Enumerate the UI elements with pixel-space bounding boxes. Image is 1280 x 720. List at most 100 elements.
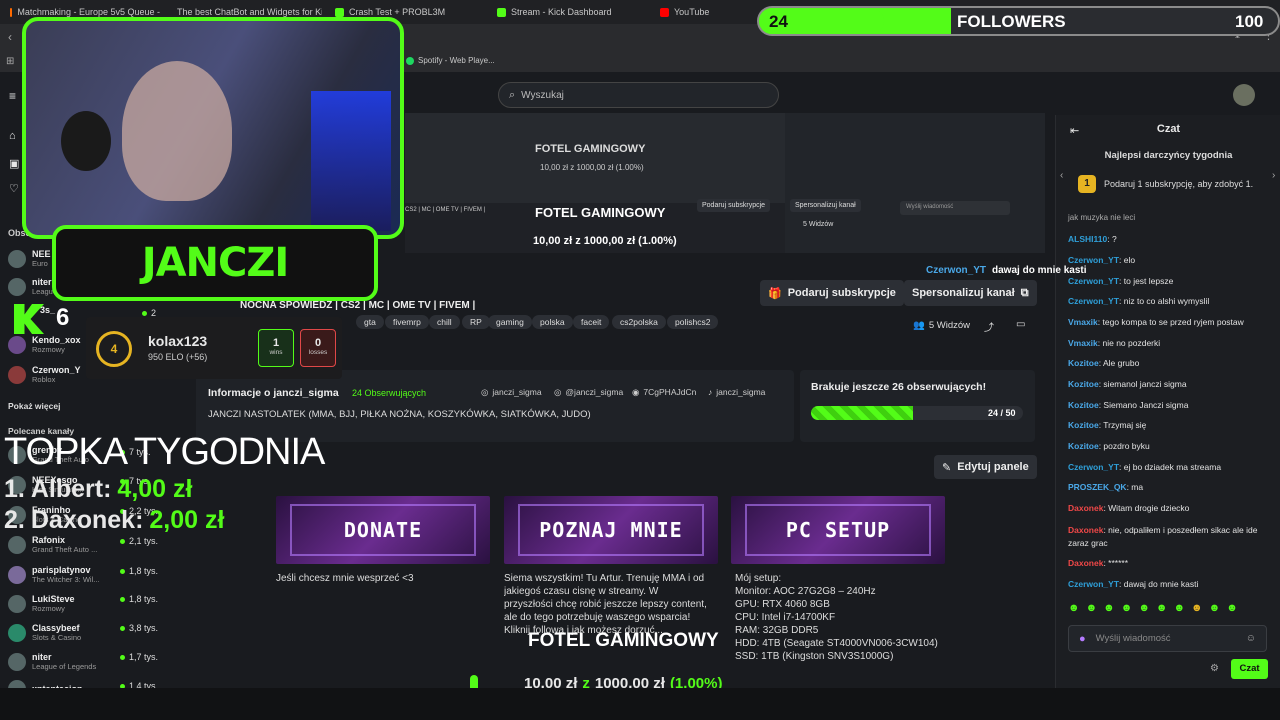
- home-icon[interactable]: ⌂: [9, 130, 16, 142]
- sidebar-channel-3[interactable]: 3s_: [40, 305, 55, 315]
- clip-icon[interactable]: ▭: [1016, 319, 1025, 330]
- chat-username[interactable]: Czerwon_YT: [1068, 255, 1119, 265]
- chat-send-button[interactable]: Czat: [1231, 659, 1268, 679]
- x-icon: ◎: [554, 387, 562, 397]
- prev-icon[interactable]: ‹: [1060, 170, 1063, 181]
- gift-sub-button[interactable]: 🎁 Podaruj subskrypcje: [760, 280, 904, 306]
- live-dot: [120, 596, 125, 602]
- chat-message: Czerwon_YT: to jest lepsze: [1068, 276, 1173, 286]
- share-icon[interactable]: ⤴: [984, 319, 994, 334]
- emote-icon[interactable]: ☻: [1191, 602, 1203, 618]
- about-heading: Informacje o janczi_sigma: [208, 387, 339, 399]
- chat-username[interactable]: Kozitoe: [1068, 420, 1099, 430]
- chat-username[interactable]: Kozitoe: [1068, 358, 1099, 368]
- top-donor-row: 1. Albert: 4,00 zł: [4, 475, 193, 503]
- kick-badge-count: 6: [56, 304, 70, 331]
- mini-personalize-button: Spersonalizuj kanał: [790, 199, 861, 212]
- sidebar-channel-4[interactable]: Kendo_xox Rozmowy: [8, 335, 81, 354]
- recommended-channel[interactable]: niter League of Legends: [8, 652, 96, 671]
- chat-text: : ?: [1107, 234, 1117, 244]
- emote-icon[interactable]: ☻: [1156, 602, 1168, 618]
- social-discord[interactable]: ◉ 7CgPHAJdCn: [632, 387, 696, 398]
- edit-panels-button[interactable]: ✎ Edytuj panele: [934, 455, 1037, 479]
- faceit-losses: 0 losses: [300, 329, 336, 367]
- emote-icon[interactable]: ☻: [1103, 602, 1115, 618]
- tag-rp[interactable]: RP: [462, 315, 490, 329]
- chat-username[interactable]: Daxonek: [1068, 558, 1103, 568]
- recommended-channel[interactable]: Classybeef Slots & Casino: [8, 623, 81, 642]
- chat-username[interactable]: Daxonek: [1068, 525, 1103, 535]
- search-icon: ⌕: [509, 88, 516, 101]
- tag-gaming[interactable]: gaming: [488, 315, 532, 329]
- tag-chill[interactable]: chill: [429, 315, 460, 329]
- chat-username[interactable]: Kozitoe: [1068, 441, 1099, 451]
- chat-message: Czerwon_YT: elo: [1068, 255, 1135, 265]
- chat-username[interactable]: Czerwon_YT: [1068, 462, 1119, 472]
- video-player[interactable]: FOTEL GAMINGOWY 10,00 zł z 1000,00 zł (1…: [405, 113, 1045, 253]
- chat-username[interactable]: Vmaxik: [1068, 317, 1098, 327]
- settings-icon[interactable]: ⚙: [1210, 663, 1219, 674]
- chat-message: Kozitoe: siemanol janczi sigma: [1068, 379, 1187, 389]
- sidebar-channel-5[interactable]: Czerwon_Y Roblox: [8, 365, 81, 384]
- tab-kick-dashboard[interactable]: Stream - Kick Dashboard: [497, 3, 647, 21]
- mini-progress: 10,00 zł z 1000,00 zł (1.00%): [540, 163, 644, 172]
- recommended-channel[interactable]: parisplatynov The Witcher 3: Wil...: [8, 565, 100, 584]
- following-icon[interactable]: ♡: [9, 182, 19, 195]
- sidebar-channel-2[interactable]: niter League: [8, 277, 57, 296]
- pc-setup-panel: PC SETUP: [731, 496, 945, 564]
- chat-message: Kozitoe: pozdro byku: [1068, 441, 1150, 451]
- chat-input[interactable]: ● Wyślij wiadomość ☺: [1068, 625, 1267, 652]
- followers-goal-overlay: 24 FOLLOWERS 100: [757, 6, 1280, 36]
- tag-cs2polska[interactable]: cs2polska: [612, 315, 666, 329]
- bottom-bar: [0, 688, 1280, 720]
- emote-icon[interactable]: ☻: [1226, 602, 1238, 618]
- tag-faceit[interactable]: faceit: [573, 315, 610, 329]
- chat-message: Vmaxik: tego kompa to se przed ryjem pos…: [1068, 317, 1244, 327]
- social-instagram[interactable]: ◎ janczi_sigma: [481, 387, 542, 398]
- emote-icon[interactable]: ☻: [1121, 602, 1133, 618]
- chat-text: : elo: [1119, 255, 1136, 265]
- emote-icon[interactable]: ☻: [1138, 602, 1150, 618]
- mic-icon[interactable]: ●: [1079, 633, 1086, 645]
- show-more-link[interactable]: Pokaż więcej: [8, 401, 60, 411]
- chat-username[interactable]: Czerwon_YT: [1068, 579, 1119, 589]
- hamburger-icon[interactable]: ≡: [9, 89, 16, 103]
- apps-icon[interactable]: ⊞: [6, 56, 14, 67]
- chat-username[interactable]: Czerwon_YT: [1068, 296, 1119, 306]
- tag-polishcs2[interactable]: polishcs2: [667, 315, 719, 329]
- tag-gta[interactable]: gta: [356, 315, 384, 329]
- user-avatar[interactable]: [1233, 84, 1255, 106]
- next-icon[interactable]: ›: [1272, 170, 1275, 181]
- chat-username[interactable]: Daxonek: [1068, 503, 1103, 513]
- chat-username[interactable]: ALSHI110: [1068, 234, 1107, 244]
- emoji-icon[interactable]: ☺: [1246, 633, 1256, 644]
- search-input[interactable]: ⌕ Wyszukaj: [498, 82, 779, 108]
- chat-username[interactable]: Kozitoe: [1068, 379, 1099, 389]
- chat-username[interactable]: PROSZEK_QK: [1068, 482, 1127, 492]
- chat-username[interactable]: Kozitoe: [1068, 400, 1099, 410]
- chat-username[interactable]: Vmaxik: [1068, 338, 1098, 348]
- sidebar-channel-1[interactable]: NEE Euro: [8, 249, 51, 268]
- personalize-button[interactable]: Spersonalizuj kanał ⧉: [904, 280, 1037, 306]
- recommended-channel[interactable]: LukiSteve Rozmowy: [8, 594, 75, 613]
- avatar: [8, 623, 26, 642]
- social-x[interactable]: ◎ @janczi_sigma: [554, 387, 623, 398]
- pencil-icon: ✎: [942, 461, 952, 474]
- chat-text: : ej bo dziadek ma streama: [1119, 462, 1222, 472]
- live-dot: [142, 310, 147, 316]
- emote-icon[interactable]: ☻: [1086, 602, 1098, 618]
- back-icon[interactable]: ‹: [8, 30, 12, 44]
- social-tiktok[interactable]: ♪ janczi_sigma: [708, 387, 765, 397]
- browse-icon[interactable]: ▣: [9, 157, 19, 170]
- bookmark-spotify[interactable]: Spotify - Web Playe...: [406, 56, 495, 65]
- tag-polska[interactable]: polska: [532, 315, 573, 329]
- emote-icon[interactable]: ☻: [1068, 602, 1080, 618]
- chat-text: : Witam drogie dziecko: [1103, 503, 1190, 513]
- ticker-title: FOTEL GAMINGOWY: [528, 630, 719, 651]
- emote-icon[interactable]: ☻: [1209, 602, 1221, 618]
- tag-fivemrp[interactable]: fivemrp: [385, 315, 429, 329]
- tab-youtube[interactable]: YouTube: [660, 3, 750, 21]
- spotify-icon: [406, 56, 414, 65]
- chat-username[interactable]: Czerwon_YT: [1068, 276, 1119, 286]
- emote-icon[interactable]: ☻: [1173, 602, 1185, 618]
